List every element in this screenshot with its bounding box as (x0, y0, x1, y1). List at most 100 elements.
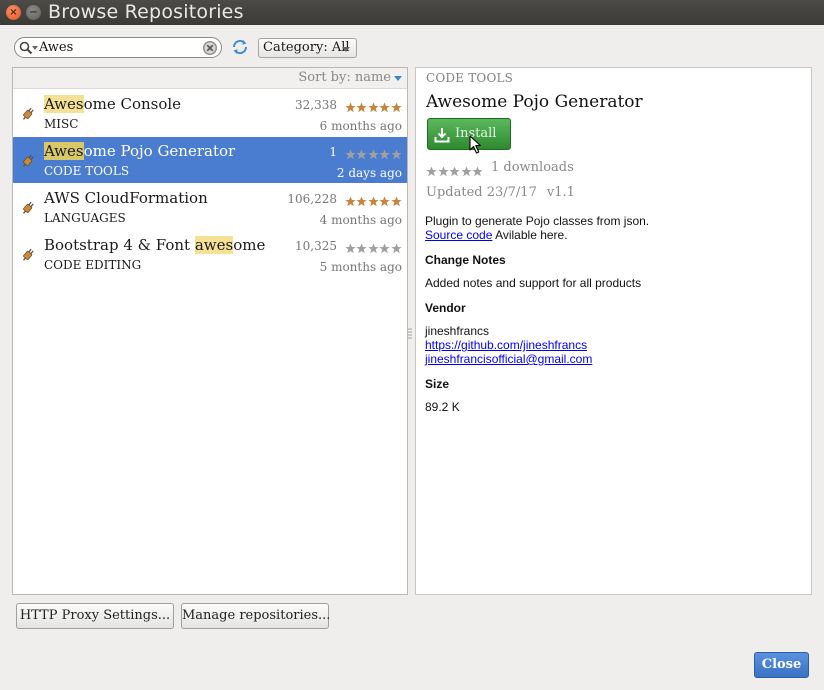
detail-category: CODE TOOLS (426, 71, 514, 85)
search-history-arrow-icon[interactable] (32, 46, 38, 50)
search-input[interactable] (39, 39, 199, 56)
plugin-list-item[interactable]: AWS CloudFormation LANGUAGES 106,228 4 mont… (13, 184, 407, 230)
size-heading: Size (425, 377, 450, 391)
search-match-highlight: awes (194, 236, 234, 254)
star-icon (356, 192, 368, 211)
star-icon (390, 239, 403, 258)
plugin-updated: 2 days ago (336, 166, 402, 180)
plugin-category: CODE EDITING (44, 258, 142, 272)
star-icon (367, 145, 380, 164)
detail-updated-date: Updated 23/7/17 (426, 185, 537, 200)
plugin-name-rest: ome Console (83, 95, 182, 113)
plugin-rating (344, 192, 403, 211)
category-dropdown[interactable]: Category: All (258, 38, 357, 58)
chevron-down-icon (342, 47, 350, 52)
star-icon (344, 192, 357, 211)
window-title: Browse Repositories (48, 1, 244, 23)
plugin-detail-panel: CODE TOOLS Awesome Pojo Generator Instal… (415, 67, 812, 595)
vendor-name: jineshfrancs (425, 324, 490, 338)
cursor-icon (469, 135, 483, 159)
detail-title: Awesome Pojo Generator (426, 92, 643, 112)
plugin-list-item[interactable]: Bootstrap 4 & Font awesome CODE EDITING 10… (13, 231, 407, 277)
plugin-icon (20, 247, 36, 267)
plugin-list-item[interactable]: Awesome Console MISC 32,338 6 months ago (13, 90, 407, 136)
plugin-name-rest: ome Pojo Generator (83, 142, 236, 160)
plugin-icon (20, 200, 36, 220)
star-icon (379, 192, 391, 211)
star-icon (390, 145, 403, 164)
star-icon (367, 239, 380, 258)
star-icon (356, 239, 368, 258)
plugin-list: Sort by: name Awesome Console MISC 32,338 6… (12, 67, 408, 595)
star-icon (356, 98, 368, 117)
star-icon (379, 145, 391, 164)
detail-downloads: 1 downloads (491, 160, 574, 175)
plugin-icon (20, 106, 36, 126)
plugin-category: MISC (44, 117, 79, 131)
close-button[interactable]: Close (754, 652, 809, 678)
plugin-rating (344, 98, 403, 117)
star-icon (356, 145, 368, 164)
description-text: Plugin to generate Pojo classes from jso… (425, 214, 650, 228)
vendor-heading: Vendor (425, 301, 466, 315)
title-bar: × − Browse Repositories (0, 0, 824, 25)
plugin-name: AWS CloudFormation (44, 189, 208, 207)
change-notes-text: Added notes and support for all products (425, 276, 642, 290)
source-code-suffix: Avilable here. (492, 228, 568, 242)
plugin-downloads: 10,325 (295, 239, 337, 253)
plugin-downloads: 1 (329, 145, 337, 159)
plugin-name: Awesome Pojo Generator (44, 142, 235, 160)
clear-icon[interactable] (202, 40, 218, 60)
plugin-icon (20, 153, 36, 173)
vendor-email-link[interactable]: jineshfrancisofficial@gmail.com (425, 352, 592, 366)
window-close-button[interactable]: × (6, 5, 21, 20)
manage-repositories-button[interactable]: Manage repositories... (181, 603, 330, 629)
search-icon[interactable] (19, 40, 33, 59)
search-match-highlight: Awes (44, 95, 84, 113)
star-icon (367, 98, 380, 117)
plugin-rating (344, 239, 403, 258)
splitter-handle[interactable] (408, 325, 412, 344)
vendor-url-link[interactable]: https://github.com/jineshfrancs (425, 338, 587, 352)
plugin-updated: 4 months ago (319, 213, 402, 227)
star-icon (390, 192, 403, 211)
size-value: 89.2 K (425, 400, 460, 414)
plugin-name-prefix: Bootstrap 4 & Font (44, 236, 195, 254)
plugin-name: Bootstrap 4 & Font awesome (44, 236, 265, 254)
plugin-category: CODE TOOLS (44, 164, 130, 178)
star-icon (379, 239, 391, 258)
category-dropdown-label: Category: All (263, 40, 350, 55)
star-icon (460, 162, 473, 181)
sort-by-dropdown[interactable]: Sort by: name (298, 70, 391, 85)
plugin-category: LANGUAGES (44, 211, 126, 225)
plugin-updated: 5 months ago (319, 260, 402, 274)
chevron-down-icon[interactable] (394, 76, 402, 81)
plugin-list-item[interactable]: Awesome Pojo Generator CODE TOOLS 1 2 days … (13, 137, 407, 183)
change-notes-heading: Change Notes (425, 253, 506, 267)
star-icon (390, 98, 403, 117)
plugin-downloads: 106,228 (287, 192, 337, 206)
star-icon (379, 98, 391, 117)
plugin-name-rest: ome (233, 236, 266, 254)
detail-version: v1.1 (546, 185, 575, 200)
search-field[interactable] (14, 37, 222, 58)
download-icon (434, 127, 450, 147)
plugin-rating (344, 145, 403, 164)
star-icon (426, 162, 438, 181)
star-icon (344, 98, 357, 117)
plugin-name-prefix: AWS CloudFormation (44, 189, 208, 207)
sort-bar: Sort by: name (13, 68, 407, 89)
vendor-info: jineshfrancs https://github.com/jineshfr… (425, 324, 592, 366)
star-icon (367, 192, 380, 211)
detail-updated: Updated 23/7/17 v1.1 (426, 185, 575, 200)
http-proxy-settings-button[interactable]: HTTP Proxy Settings... (16, 603, 174, 629)
star-icon (449, 162, 461, 181)
window-minimize-button[interactable]: − (26, 5, 41, 20)
star-icon (344, 239, 357, 258)
star-icon (344, 145, 357, 164)
detail-rating (426, 162, 484, 181)
star-icon (437, 162, 450, 181)
plugin-downloads: 32,338 (295, 98, 337, 112)
source-code-link[interactable]: Source code (425, 228, 492, 242)
refresh-icon[interactable] (231, 38, 249, 60)
